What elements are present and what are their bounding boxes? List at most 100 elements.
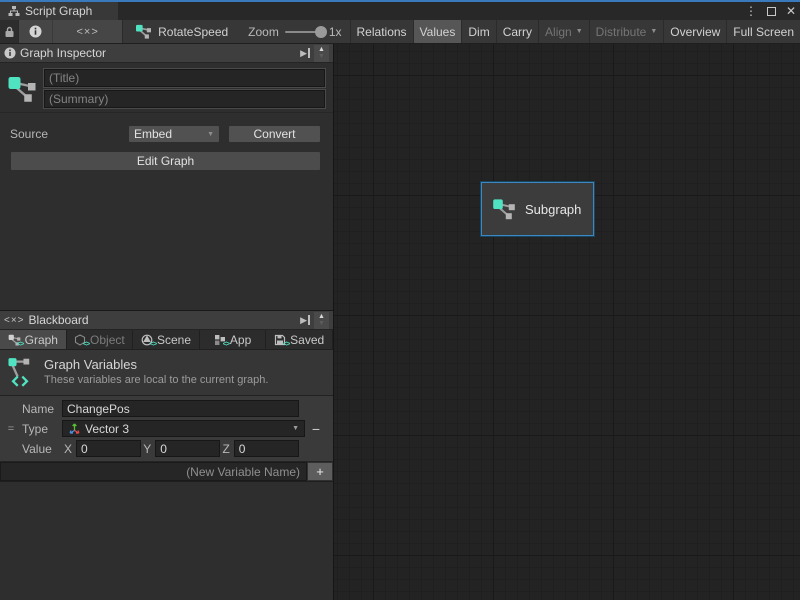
chevron-down-icon: ▼ [207,131,214,138]
chevron-down-icon: ▼ [650,28,657,35]
object-cube-icon: <> [74,334,86,346]
remove-variable-button[interactable]: − [305,421,327,437]
toolbar-right-group: Relations Values Dim Carry Align▼ Distri… [350,20,800,43]
graph-variables-note: These variables are local to the current… [44,374,268,386]
values-button[interactable]: Values [413,20,462,43]
unit-preview-button[interactable]: <×> [52,20,122,43]
script-graph-window: Script Graph ⋮ ✕ <×> RotateSpe [0,0,800,600]
graph-variables-title: Graph Variables [44,357,268,372]
panel-title: Blackboard [29,313,89,327]
blackboard-empty-area [0,482,333,600]
close-icon[interactable]: ✕ [786,4,796,18]
tab-script-graph[interactable]: Script Graph [0,2,118,20]
distribute-dropdown[interactable]: Distribute▼ [589,20,664,43]
chevron-down-icon: ▼ [292,425,299,432]
subgraph-node[interactable]: Subgraph [481,182,594,236]
graph-breadcrumb[interactable]: RotateSpeed [123,20,240,43]
variable-value-row: Value X Y Z [0,440,327,457]
zoom-slider-knob[interactable] [315,26,327,38]
info-icon [29,25,42,38]
tab-scene[interactable]: <> Scene [133,330,200,349]
graph-tab-icon: <> [8,334,21,346]
panel-scroll-arrows[interactable]: ▲ ▼ [314,312,329,329]
subgraph-icon [492,198,516,220]
graph-icon [6,69,38,108]
tab-saved[interactable]: <> Saved [266,330,333,349]
add-variable-button[interactable]: + [307,462,333,481]
window-controls: ⋮ ✕ [745,2,796,20]
vector3-icon [68,422,81,435]
variable-type-row: = Type Vector 3 ▼ − [0,420,327,437]
inspect-button[interactable] [19,20,52,43]
dim-button[interactable]: Dim [461,20,495,43]
tab-app[interactable]: <> App [200,330,267,349]
saved-floppy-icon: <> [274,334,286,346]
drag-handle-icon[interactable]: = [0,423,22,435]
scroll-up-icon[interactable]: ▲ [318,46,325,53]
zoom-control: Zoom 1x [240,20,349,43]
relations-button[interactable]: Relations [350,20,413,43]
graph-name: RotateSpeed [158,25,228,39]
graph-meta-section [0,63,333,113]
full-screen-button[interactable]: Full Screen [726,20,800,43]
graph-inspector-panel: Graph Inspector ▶ ▲ ▼ [0,44,333,310]
graph-inspector-header: Graph Inspector ▶ ▲ ▼ [0,44,333,63]
variable-name-input[interactable] [62,400,299,417]
zoom-value: 1x [329,25,342,39]
axis-z-input[interactable] [234,440,299,457]
overview-button[interactable]: Overview [663,20,726,43]
hierarchy-icon [8,5,20,17]
title-bar: Script Graph ⋮ ✕ [0,2,800,20]
graph-title-input[interactable] [44,69,325,87]
menu-kebab-icon[interactable]: ⋮ [745,4,757,18]
new-variable-row: + [0,462,333,482]
source-row: Source Embed ▼ Convert [10,125,321,143]
zoom-label: Zoom [248,25,279,39]
graph-variables-icon [6,357,34,387]
variable-type-dropdown[interactable]: Vector 3 ▼ [62,420,305,437]
convert-button[interactable]: Convert [228,125,321,143]
scroll-down-icon[interactable]: ▼ [318,320,325,327]
tab-graph[interactable]: <> Graph [0,330,67,349]
lock-button[interactable] [0,20,18,43]
axis-y-label: Y [141,442,155,456]
dock-panel-icon[interactable]: ▶ [300,315,310,326]
maximize-icon[interactable] [767,7,776,16]
toolbar-toggle-group: <×> [18,20,123,43]
variable-name-row: Name [0,400,327,417]
unit-icon: <×> [4,315,25,326]
axis-x-input[interactable] [76,440,141,457]
sidebar: Graph Inspector ▶ ▲ ▼ [0,44,334,600]
carry-button[interactable]: Carry [496,20,538,43]
axis-y-input[interactable] [155,440,220,457]
align-dropdown[interactable]: Align▼ [538,20,589,43]
scroll-down-icon[interactable]: ▼ [318,53,325,60]
panel-scroll-arrows[interactable]: ▲ ▼ [314,45,329,62]
axis-z-label: Z [220,442,233,456]
graph-canvas[interactable]: Subgraph [334,44,800,600]
tab-title: Script Graph [25,4,92,18]
scroll-up-icon[interactable]: ▲ [318,313,325,320]
graph-summary-input[interactable] [44,90,325,108]
blackboard-header: <×> Blackboard ▶ ▲ ▼ [0,311,333,330]
graph-variables-header: Graph Variables These variables are loca… [0,350,333,396]
graph-icon [135,24,152,39]
edit-graph-button[interactable]: Edit Graph [10,151,321,171]
blackboard-panel: <×> Blackboard ▶ ▲ ▼ <> Gr [0,310,333,600]
blackboard-tab-strip: <> Graph <> Object <> [0,330,333,350]
lock-icon [4,26,15,38]
source-dropdown[interactable]: Embed ▼ [128,125,220,143]
app-blocks-icon: <> [214,334,226,346]
chevron-down-icon: ▼ [576,28,583,35]
info-icon [4,47,16,59]
new-variable-input[interactable] [0,462,307,481]
graph-toolbar: <×> RotateSpeed Zoom 1x Relations Values… [0,20,800,44]
source-label: Source [10,127,120,141]
panel-title: Graph Inspector [20,46,106,60]
name-label: Name [22,402,62,416]
zoom-slider[interactable] [285,31,323,33]
tab-object[interactable]: <> Object [67,330,134,349]
scene-icon: <> [141,334,153,346]
dock-panel-icon[interactable]: ▶ [300,48,310,59]
type-label: Type [22,422,62,436]
